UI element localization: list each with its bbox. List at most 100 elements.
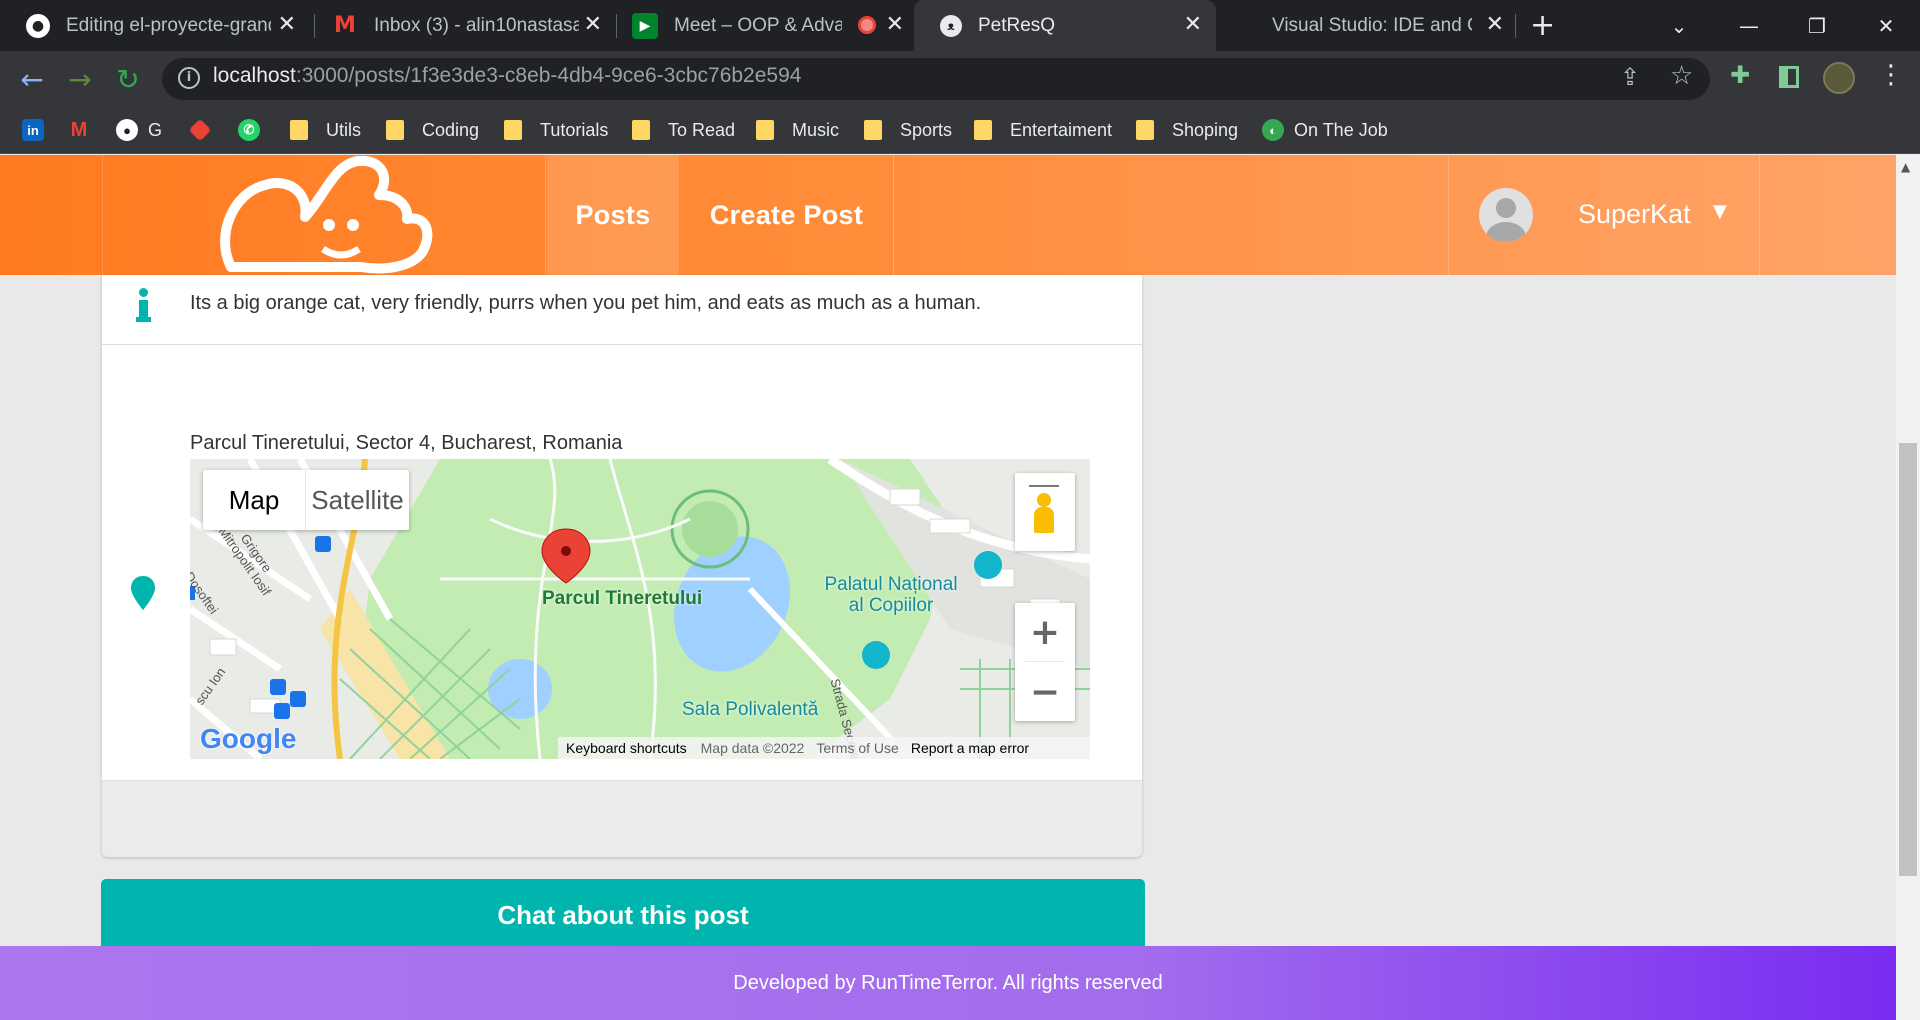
tab-gmail[interactable]: M Inbox (3) - alin10nastasa@ ✕ [306,0,616,51]
post-address: Parcul Tineretului, Sector 4, Bucharest,… [190,432,623,454]
tab-search-icon[interactable]: ⌄ [1645,0,1713,51]
profile-avatar[interactable] [1823,62,1855,94]
google-map[interactable]: Parcul Tineretului Palatul Național al C… [190,459,1090,759]
share-icon[interactable]: ⇪ [1620,63,1640,91]
bookmark-utils[interactable]: Utils [290,112,361,148]
bookmark-dev[interactable] [188,112,218,148]
bookmark-linkedin[interactable]: in [22,112,54,148]
reload-button[interactable]: ↻ [106,51,150,107]
extensions-icon[interactable]: ✚ [1730,61,1750,89]
sidebar-icon[interactable] [1779,66,1799,88]
bookmark-label: Coding [422,119,480,140]
logo-area[interactable] [102,155,546,275]
chat-about-post-button[interactable]: Chat about this post [101,879,1145,951]
microsoft-icon [1234,15,1256,37]
bookmark-on-the-job[interactable]: ◐ On The Job [1262,112,1388,148]
map-label-palace: Palatul Național al Copiilor [824,574,958,616]
map-marker-icon [131,576,155,610]
bookmarks-bar [0,107,1920,154]
back-button[interactable]: ← [10,51,54,107]
scrollbar-thumb[interactable] [1899,443,1917,876]
tab-title: Visual Studio: IDE and Code [1272,14,1472,36]
github-icon: ● [116,119,138,141]
cat-icon: ᴥ [940,14,962,37]
report-error-link[interactable]: Report a map error [905,740,1035,756]
bookmark-label: Tutorials [540,119,609,140]
dev-icon [188,118,212,142]
close-icon[interactable]: ✕ [1184,12,1202,37]
bookmark-label: Entertaiment [1010,119,1113,140]
nav-posts[interactable]: Posts [547,155,679,275]
zoom-in-button[interactable]: + [1015,603,1075,661]
recording-icon [858,16,876,34]
page-footer: Developed by RunTimeTerror. All rights r… [0,946,1896,1020]
post-description: Its a big orange cat, very friendly, pur… [190,292,982,314]
map-type-map-button[interactable]: Map [203,470,306,530]
bookmark-to-read[interactable]: To Read [632,112,735,148]
tab-title: Meet – OOP & Advanced [674,14,842,36]
forward-button[interactable]: → [58,51,102,107]
bookmark-coding[interactable]: Coding [386,112,479,148]
map-attribution: Keyboard shortcuts Map data ©2022 Terms … [558,737,1090,759]
restore-button[interactable]: ❐ [1783,0,1851,51]
folder-icon [756,120,774,140]
meet-icon: ▶ [632,12,658,39]
bookmark-label: Utils [326,119,361,140]
map-type-satellite-button[interactable]: Satellite [306,470,409,530]
map-label-park: Parcul Tineretului [542,588,703,609]
bookmark-label: Shoping [1172,119,1239,140]
user-menu[interactable]: SuperKat ▼ [1448,155,1760,275]
info-icon [135,288,151,324]
bookmark-tutorials[interactable]: Tutorials [504,112,608,148]
tab-title: Editing el-proyecte-grande [66,14,271,36]
url-path: :3000/posts/1f3e3de3-c8eb-4db4-9ce6-3cbc… [295,64,802,87]
tab-title: PetResQ [978,14,1056,36]
terms-link[interactable]: Terms of Use [810,740,904,756]
tab-meet[interactable]: ▶ Meet – OOP & Advanced ✕ [606,0,918,51]
tab-visual-studio[interactable]: Visual Studio: IDE and Code ✕ [1208,0,1518,51]
folder-icon [632,120,650,140]
folder-icon [974,120,992,140]
cat-logo-icon [220,155,433,274]
close-icon[interactable]: ✕ [886,12,904,37]
zoom-control: + − [1015,603,1075,721]
keyboard-shortcuts-link[interactable]: Keyboard shortcuts [558,740,695,756]
nav-create-post[interactable]: Create Post [680,155,894,275]
bookmark-whatsapp[interactable]: ✆ [238,112,270,148]
menu-icon[interactable]: ⋮ [1878,60,1904,90]
google-logo: Google [200,723,297,754]
bookmark-star-icon[interactable]: ☆ [1670,61,1693,91]
url-text[interactable]: localhost:3000/posts/1f3e3de3-c8eb-4db4-… [213,64,801,88]
whatsapp-icon: ✆ [238,119,260,141]
dropdown-caret-icon: ▼ [1713,201,1727,222]
avatar [1479,188,1533,242]
close-window-button[interactable]: ✕ [1852,0,1920,51]
bookmark-entertaiment[interactable]: Entertaiment [974,112,1112,148]
folder-icon [864,120,882,140]
new-tab-button[interactable]: + [1530,8,1555,43]
tab-github[interactable]: ● Editing el-proyecte-grande ✕ [0,0,310,51]
bookmark-github[interactable]: ● G [116,112,162,148]
street-view-pegman-icon[interactable] [1015,473,1075,551]
bookmark-shoping[interactable]: Shoping [1136,112,1238,148]
globe-icon: ◐ [1262,119,1284,141]
minimize-button[interactable]: — [1715,0,1783,51]
username: SuperKat [1578,199,1691,229]
folder-icon [1136,120,1154,140]
scroll-up-arrow-icon[interactable]: ▲ [1901,160,1910,174]
bookmark-gmail[interactable]: M [68,112,100,148]
bookmark-label: To Read [668,119,736,140]
site-info-icon[interactable]: i [178,67,200,89]
bookmark-sports[interactable]: Sports [864,112,952,148]
bookmark-music[interactable]: Music [756,112,839,148]
tab-title: Inbox (3) - alin10nastasa@ [374,14,579,36]
tab-petresq[interactable]: ᴥ PetResQ ✕ [914,0,1216,51]
folder-icon [290,120,308,140]
close-icon[interactable]: ✕ [278,12,296,37]
close-icon[interactable]: ✕ [584,12,602,37]
gmail-icon: M [334,13,356,38]
bookmark-label: Music [792,119,840,140]
close-icon[interactable]: ✕ [1486,12,1504,37]
bookmark-label: On The Job [1294,119,1388,140]
zoom-out-button[interactable]: − [1015,663,1075,721]
